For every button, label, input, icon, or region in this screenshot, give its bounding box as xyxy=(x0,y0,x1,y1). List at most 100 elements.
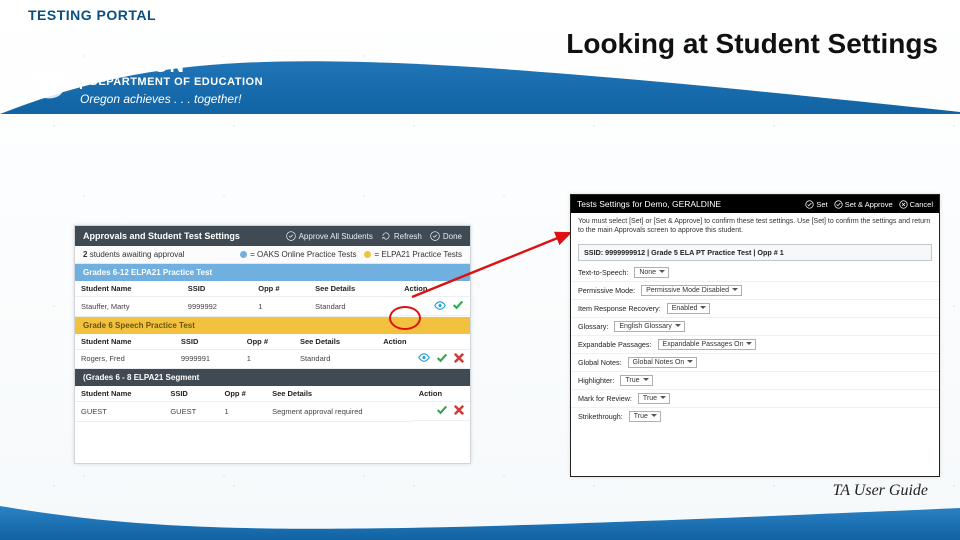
col-header: Student Name xyxy=(75,386,164,402)
header-label: TESTING PORTAL xyxy=(28,4,156,25)
col-header: Opp # xyxy=(252,281,309,297)
grad-cap-icon xyxy=(26,62,72,108)
settings-instructions: You must select [Set] or [Set & Approve]… xyxy=(571,213,939,241)
cell: Rogers, Fred xyxy=(75,349,175,369)
setting-select[interactable]: English Glossary xyxy=(614,321,685,332)
set-approve-button[interactable]: Set & Approve xyxy=(834,200,893,209)
callout-circle xyxy=(389,306,421,330)
eye-icon[interactable] xyxy=(434,301,446,312)
setting-label: Global Notes: xyxy=(578,358,622,367)
cancel-button[interactable]: Cancel xyxy=(899,200,933,209)
col-header: Action xyxy=(398,281,470,297)
col-header: Action xyxy=(413,386,470,402)
setting-label: Mark for Review: xyxy=(578,394,632,403)
logo-oregon: OREGON xyxy=(90,56,263,77)
top-banner: OREGON DEPARTMENT OF EDUCATION Oregon ac… xyxy=(0,24,960,114)
setting-select[interactable]: Permissive Mode Disabled xyxy=(641,285,742,296)
legend-item: = ELPA21 Practice Tests xyxy=(364,250,462,259)
setting-select[interactable]: Enabled xyxy=(667,303,711,314)
setting-label: Glossary: xyxy=(578,322,608,331)
cell: 1 xyxy=(241,349,294,369)
footer-text: TA User Guide xyxy=(833,482,928,500)
x-icon[interactable] xyxy=(454,353,464,365)
ck-icon[interactable] xyxy=(436,405,448,417)
col-header: Opp # xyxy=(218,386,266,402)
cell: Segment approval required xyxy=(266,402,413,422)
col-header: SSID xyxy=(175,334,241,350)
col-header: Student Name xyxy=(75,334,175,350)
awaiting-label: students awaiting approval xyxy=(90,250,185,259)
logo-tagline: Oregon achieves . . . together! xyxy=(80,93,263,106)
approvals-table: Student NameSSIDOpp #See DetailsActionRo… xyxy=(75,334,470,370)
approve-all-button[interactable]: Approve All Students xyxy=(286,231,373,241)
setting-row: Text-to-Speech: None xyxy=(571,264,939,281)
setting-row: Item Response Recovery: Enabled xyxy=(571,299,939,317)
setting-label: Expandable Passages: xyxy=(578,340,652,349)
col-header: Opp # xyxy=(241,334,294,350)
action-cell xyxy=(413,402,470,421)
setting-label: Strikethrough: xyxy=(578,412,623,421)
slide: TESTING PORTAL Looking at Student Settin… xyxy=(0,0,960,540)
settings-panel: Tests Settings for Demo, GERALDINE Set S… xyxy=(570,194,940,477)
section-header: (Grades 6 - 8 ELPA21 Segment xyxy=(75,369,470,386)
setting-label: Text-to-Speech: xyxy=(578,268,628,277)
eye-icon[interactable] xyxy=(418,353,430,364)
done-button[interactable]: Done xyxy=(430,231,462,241)
col-header: Action xyxy=(377,334,470,350)
setting-label: Item Response Recovery: xyxy=(578,304,661,313)
cell: Standard xyxy=(309,297,398,317)
col-header: Student Name xyxy=(75,281,182,297)
legend-dot-icon xyxy=(364,251,371,258)
awaiting-count: 2 xyxy=(83,250,87,259)
setting-row: Glossary: English Glossary xyxy=(571,317,939,335)
ck-icon[interactable] xyxy=(436,353,448,365)
setting-select[interactable]: True xyxy=(629,411,661,422)
approvals-panel: Approvals and Student Test Settings Appr… xyxy=(74,225,471,464)
setting-row: Global Notes: Global Notes On xyxy=(571,353,939,371)
setting-select[interactable]: True xyxy=(638,393,670,404)
cell: Stauffer, Marty xyxy=(75,297,182,317)
section-header: Grades 6-12 ELPA21 Practice Test xyxy=(75,264,470,281)
legend-label: = ELPA21 Practice Tests xyxy=(374,250,462,259)
table-row: Rogers, Fred99999911Standard xyxy=(75,349,470,369)
x-icon[interactable] xyxy=(454,405,464,417)
legend-item: = OAKS Online Practice Tests xyxy=(240,250,356,259)
approvals-table: Student NameSSIDOpp #See DetailsActionGU… xyxy=(75,386,470,422)
cell: 9999991 xyxy=(175,349,241,369)
settings-header: Tests Settings for Demo, GERALDINE Set S… xyxy=(571,195,939,213)
table-row: GUESTGUEST1Segment approval required xyxy=(75,402,470,422)
cell: GUEST xyxy=(164,402,218,422)
ck-icon[interactable] xyxy=(452,300,464,312)
approvals-title: Approvals and Student Test Settings xyxy=(83,231,240,241)
setting-select[interactable]: True xyxy=(620,375,652,386)
ssid-bar: SSID: 9999999912 | Grade 5 ELA PT Practi… xyxy=(578,244,932,261)
setting-label: Permissive Mode: xyxy=(578,286,635,295)
legend-dot-icon xyxy=(240,251,247,258)
col-header: See Details xyxy=(294,334,377,350)
cell: Standard xyxy=(294,349,377,369)
cell: 9999992 xyxy=(182,297,252,317)
cell: 1 xyxy=(218,402,266,422)
legend-label: = OAKS Online Practice Tests xyxy=(250,250,356,259)
approvals-header: Approvals and Student Test Settings Appr… xyxy=(75,226,470,246)
col-header: See Details xyxy=(309,281,398,297)
settings-title: Tests Settings for Demo, GERALDINE xyxy=(577,199,721,209)
setting-select[interactable]: Expandable Passages On xyxy=(658,339,757,350)
setting-select[interactable]: Global Notes On xyxy=(628,357,698,368)
refresh-button[interactable]: Refresh xyxy=(381,231,422,241)
cell: GUEST xyxy=(75,402,164,422)
col-header: SSID xyxy=(182,281,252,297)
action-cell xyxy=(377,350,470,369)
setting-row: Expandable Passages: Expandable Passages … xyxy=(571,335,939,353)
setting-row: Mark for Review: True xyxy=(571,389,939,407)
cell: 1 xyxy=(252,297,309,317)
logo-dept: DEPARTMENT OF EDUCATION xyxy=(90,77,263,89)
col-header: SSID xyxy=(164,386,218,402)
setting-select[interactable]: None xyxy=(634,267,669,278)
setting-row: Strikethrough: True xyxy=(571,407,939,425)
setting-row: Highlighter: True xyxy=(571,371,939,389)
set-button[interactable]: Set xyxy=(805,200,827,209)
setting-label: Highlighter: xyxy=(578,376,614,385)
setting-row: Permissive Mode: Permissive Mode Disabled xyxy=(571,281,939,299)
awaiting-bar: 2 students awaiting approval = OAKS Onli… xyxy=(75,246,470,264)
